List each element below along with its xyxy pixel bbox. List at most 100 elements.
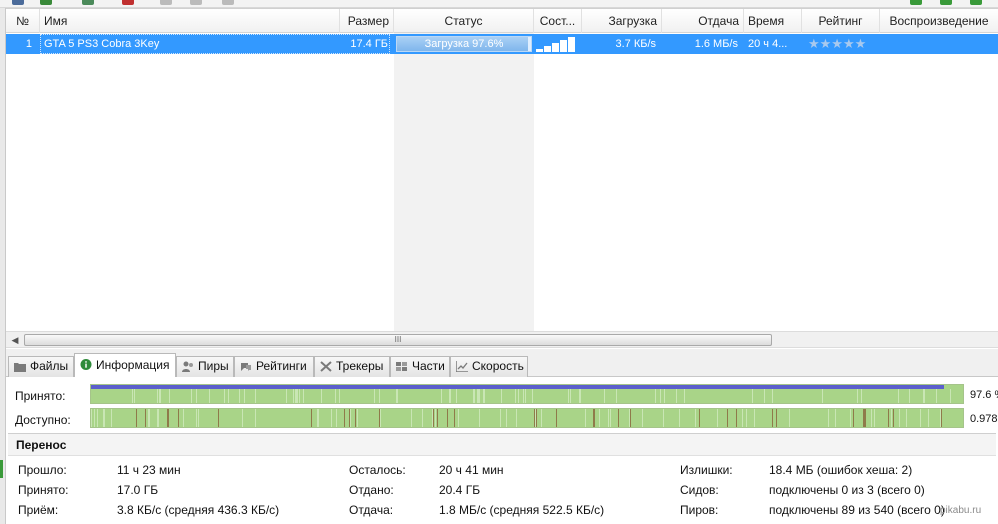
availability-stripes xyxy=(91,409,942,427)
toolbar-button-icon[interactable] xyxy=(160,0,172,5)
piece-stripe xyxy=(158,409,159,427)
column-download[interactable]: Загрузка xyxy=(582,9,662,33)
piece-stripe xyxy=(950,389,951,403)
piece-stripe xyxy=(380,409,381,427)
remaining-label: Осталось: xyxy=(349,463,406,477)
column-upload[interactable]: Отдача xyxy=(662,9,744,33)
status-column-background xyxy=(394,33,534,332)
piece-stripe xyxy=(183,409,184,427)
piece-stripe xyxy=(191,389,192,403)
column-rating[interactable]: Рейтинг xyxy=(802,9,880,33)
toolbar-button-icon[interactable] xyxy=(40,0,52,5)
peers-value: подключены 89 из 540 (всего 0) xyxy=(769,503,945,517)
piece-stripe xyxy=(676,389,677,403)
toolbar-button-icon[interactable] xyxy=(910,0,922,5)
tab-ratings[interactable]: Рейтинги xyxy=(234,356,314,377)
piece-stripe xyxy=(396,389,397,403)
piece-stripe xyxy=(663,409,664,427)
available-value: 0.978 xyxy=(970,413,998,425)
piece-stripe xyxy=(863,409,864,427)
scroll-left-arrow-icon[interactable]: ◀ xyxy=(8,333,22,347)
tab-speed[interactable]: Скорость xyxy=(450,356,528,377)
toolbar-button-icon[interactable] xyxy=(940,0,952,5)
piece-stripe xyxy=(228,389,229,403)
toolbar-button-icon[interactable] xyxy=(122,0,134,5)
piece-stripe xyxy=(255,389,256,403)
piece-stripe xyxy=(536,409,537,427)
piece-stripe xyxy=(132,389,133,403)
piece-stripe xyxy=(441,389,442,403)
toolbar-button-icon[interactable] xyxy=(12,0,24,5)
piece-stripe xyxy=(331,409,332,427)
horizontal-scrollbar[interactable]: ◀ III xyxy=(6,331,998,348)
column-status[interactable]: Статус xyxy=(394,9,534,33)
piece-stripe xyxy=(296,389,297,403)
piece-stripe xyxy=(433,409,434,427)
rating-stars-icon[interactable]: ★★★★★ xyxy=(808,34,866,54)
piece-stripe xyxy=(776,409,777,427)
piece-stripe xyxy=(898,389,899,403)
peers-icon xyxy=(182,361,193,372)
column-number[interactable]: № xyxy=(6,9,40,33)
folder-icon xyxy=(14,363,26,372)
seeds-value: подключены 0 из 3 (всего 0) xyxy=(769,483,925,497)
piece-stripe xyxy=(422,409,423,427)
health-bar xyxy=(568,37,575,52)
tab-pieces[interactable]: Части xyxy=(390,356,450,377)
piece-stripe xyxy=(435,409,436,427)
piece-stripe xyxy=(437,409,438,427)
piece-stripe xyxy=(97,409,98,427)
piece-stripe xyxy=(742,409,743,427)
piece-stripe xyxy=(91,409,92,427)
piece-stripe xyxy=(727,409,728,427)
received-value: 97.6 % xyxy=(970,389,998,401)
torrent-list[interactable]: № Имя Размер Статус Сост... Загрузка Отд… xyxy=(6,8,998,332)
scrollbar-thumb[interactable]: III xyxy=(24,334,772,346)
piece-stripe xyxy=(746,409,747,427)
piece-stripe xyxy=(752,389,753,403)
tab-files[interactable]: Файлы xyxy=(8,356,74,377)
table-row[interactable]: 1 GTA 5 PS3 Cobra 3Key 17.4 ГБ Загрузка … xyxy=(6,34,998,54)
piece-stripe xyxy=(103,409,104,427)
piece-stripe xyxy=(928,409,929,427)
piece-stripe xyxy=(479,409,480,427)
piece-stripe xyxy=(518,389,519,403)
piece-stripe xyxy=(311,409,312,427)
piece-stripe xyxy=(397,389,398,403)
tab-peers[interactable]: Пиры xyxy=(176,356,234,377)
column-name[interactable]: Имя xyxy=(40,9,340,33)
piece-stripe xyxy=(196,409,197,427)
piece-stripe xyxy=(209,389,210,403)
piece-stripe xyxy=(379,409,380,427)
column-playback[interactable]: Воспроизведение xyxy=(880,9,998,33)
piece-stripe xyxy=(525,389,526,403)
piece-stripe xyxy=(218,409,219,427)
piece-stripe xyxy=(339,389,340,403)
piece-stripe xyxy=(198,409,199,427)
column-time[interactable]: Время xyxy=(744,9,802,33)
piece-stripe xyxy=(411,409,412,427)
piece-stripe xyxy=(244,389,245,403)
tab-trackers[interactable]: Трекеры xyxy=(314,356,390,377)
tab-files-label: Файлы xyxy=(30,359,69,373)
toolbar-button-icon[interactable] xyxy=(222,0,234,5)
piece-stripe xyxy=(169,389,170,403)
toolbar-button-icon[interactable] xyxy=(190,0,202,5)
toolbar-button-icon[interactable] xyxy=(970,0,982,5)
piece-stripe xyxy=(909,389,910,403)
toolbar-button-icon[interactable] xyxy=(82,0,94,5)
piece-stripe xyxy=(772,409,773,427)
piece-stripe xyxy=(317,409,318,427)
piece-stripe xyxy=(699,409,700,427)
column-size[interactable]: Размер xyxy=(340,9,394,33)
downloaded-value: 17.0 ГБ xyxy=(117,483,159,497)
piece-stripe xyxy=(941,409,942,427)
health-bar xyxy=(552,43,559,52)
piece-stripe xyxy=(532,389,533,403)
piece-stripe xyxy=(299,389,300,403)
piece-stripe xyxy=(157,409,158,427)
left-edge-marker xyxy=(0,460,3,478)
column-health[interactable]: Сост... xyxy=(534,9,582,33)
piece-stripe xyxy=(664,389,665,403)
tab-info[interactable]: Информация xyxy=(74,353,176,378)
